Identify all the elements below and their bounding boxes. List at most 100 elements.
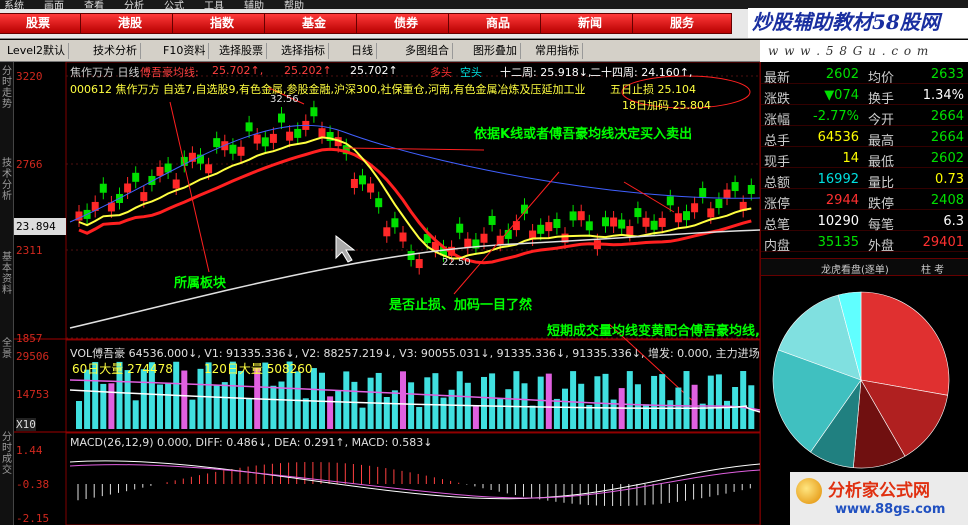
quote-label: 现手 [764,155,791,170]
view-tab[interactable]: 分 时 成 交 [0,432,14,476]
candle-body [691,203,699,213]
market-tab[interactable]: 股票 [0,13,88,34]
site-logo-icon [796,478,822,504]
view-tab[interactable]: 基 本 资 料 [0,252,14,296]
toolbar-button[interactable]: 日线 [348,43,377,59]
toolbar-button[interactable]: 技术分析 [90,43,141,59]
macd-tick-mid: -0.38 [16,478,50,491]
market-tab[interactable]: 基金 [264,13,364,34]
menu-item[interactable]: 工具 [204,0,224,9]
quote-label: 均价 [868,71,895,86]
candle-body [658,217,666,227]
candle-body [107,202,115,212]
quote-row: 涨幅 -2.77% 今开 2664 [761,106,968,128]
macd-tick-top: 1.44 [16,444,43,457]
toolbar-button[interactable]: F10资料 [160,43,210,59]
market-tab[interactable]: 指数 [172,13,272,34]
quote-row: 总笔 10290 每笔 6.3 [761,211,968,233]
volume-bar [76,401,82,429]
candle-body [156,166,164,176]
quote-value: 29401 [922,235,964,250]
toolbar-button[interactable]: 常用指标 [532,43,583,59]
menu-item[interactable]: 画面 [44,0,64,9]
quote-label: 总笔 [764,218,791,233]
candle-body [488,215,496,225]
volume-bar [440,397,447,429]
view-tab[interactable]: 分 时 走 势 [0,66,14,110]
volume-bar [626,371,633,429]
volume-bar [343,371,350,429]
volume-bar [553,398,560,429]
quote-label: 跌停 [868,197,895,212]
candle-body [545,222,553,232]
toolbar-button[interactable]: 选择指标 [278,43,329,59]
candle-body [553,219,561,229]
indicator-value: 焦作万方 日线 [70,66,140,79]
menu-item[interactable]: 公式 [164,0,184,9]
volume-bar [221,382,228,429]
quote-value: 14 [842,151,859,166]
volume-bar [302,398,309,429]
quote-row: 总手 64536 最高 2664 [761,127,968,149]
candle-body [286,131,294,141]
volume-bar [270,385,277,429]
menu-item[interactable]: 查看 [84,0,104,9]
candle-body [699,188,707,198]
volume-bar [383,397,390,429]
volume-bar [634,384,641,429]
k-line-chart[interactable]: 3220 2766 2311 1857 23.894 焦作万方 日线 傅吾豪均线:… [14,62,838,525]
annotation-arrow [623,181,675,213]
quote-label: 最新 [764,71,791,86]
quote-value: 10290 [817,214,859,229]
toolbar-button[interactable]: 选择股票 [216,43,267,59]
market-tab[interactable]: 商品 [448,13,548,34]
candle-body [205,164,213,174]
volume-bar [424,377,431,429]
candle-body [512,221,520,231]
brand-watermark: 炒股辅助教材58股网 [748,8,968,38]
volume-bar [472,406,479,429]
candle-body [318,128,326,138]
candle-body [747,184,755,194]
menu-item[interactable]: 辅助 [244,0,264,9]
candle-body [407,251,415,261]
view-tab[interactable]: 技 术 分 析 [0,158,14,202]
indicator-value: 空头 [460,66,482,79]
indicator-value: 25.202↑ [284,64,332,77]
market-tab[interactable]: 债券 [356,13,456,34]
view-tab[interactable]: 全 景 [0,338,14,360]
market-tab[interactable]: 港股 [80,13,180,34]
volume-bar [140,369,147,429]
menu-item[interactable]: 帮助 [284,0,304,9]
toolbar-button[interactable]: 图形叠加 [470,43,521,59]
candle-body [715,198,723,208]
watermark-url: www.88gs.com [835,502,946,517]
volume-bar [489,373,496,429]
toolbar-button[interactable]: 多图组合 [402,43,453,59]
pie-options[interactable]: 柱 考 [921,261,944,276]
quote-label: 每笔 [868,218,895,233]
candle-body [140,192,148,202]
quote-value: 2602 [930,151,964,166]
candle-body [261,137,269,147]
menu-item[interactable]: 分析 [124,0,144,9]
toolbar-button[interactable]: Level2默认 [4,43,70,59]
candle-body [707,208,715,218]
quote-value: 0.73 [935,172,964,187]
volume-bar [529,405,536,429]
volume-bar [416,406,423,429]
candle-body [229,144,237,154]
quote-value: 64536 [817,130,859,145]
market-tab[interactable]: 服务 [632,13,732,34]
market-tab[interactable]: 新闻 [540,13,640,34]
quote-row: 总额 16992 量比 0.73 [761,169,968,191]
volume-bar [108,383,115,429]
candle-body [172,179,180,189]
volume-bar [732,387,739,429]
menu-item[interactable]: 系统 [4,0,24,9]
volume-scale-box: X10 [16,418,36,431]
candle-body [124,183,132,193]
volume-bar [213,385,220,429]
candle-body [642,217,650,227]
quote-label: 涨幅 [764,113,791,128]
